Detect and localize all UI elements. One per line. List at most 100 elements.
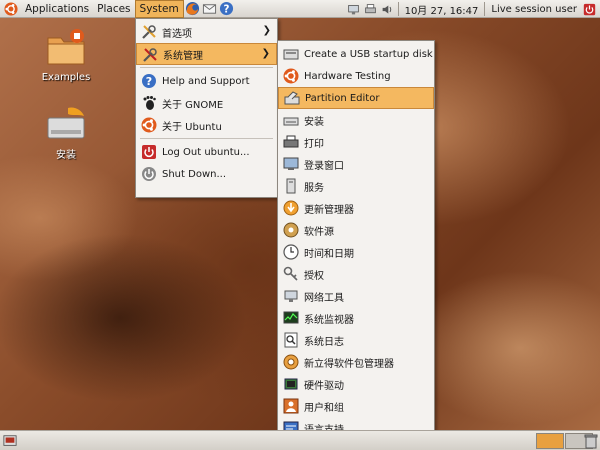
panel-separator xyxy=(397,2,399,16)
menu-item-label: 授权 xyxy=(304,270,324,282)
menu-item-label: 更新管理器 xyxy=(304,204,354,216)
menu-item-users-groups[interactable]: 用户和组 xyxy=(278,395,434,417)
administration-icon xyxy=(143,48,157,62)
hardware-testing-icon xyxy=(283,68,299,84)
printer-icon xyxy=(283,135,299,148)
menu-item-label: 系统监视器 xyxy=(304,314,354,326)
mail-icon[interactable] xyxy=(202,1,217,16)
system-menu-dropdown: 首选项 ❯ 系统管理 ❯ ? Help and Support 关于 GNOME xyxy=(135,18,278,198)
applications-menu[interactable]: Applications xyxy=(21,0,93,18)
menu-item-usb-startup-disk[interactable]: Create a USB startup disk xyxy=(278,43,434,65)
help-icon[interactable]: ? xyxy=(219,1,234,16)
power-icon[interactable] xyxy=(583,3,596,16)
preferences-icon xyxy=(142,25,156,39)
administration-submenu: Create a USB startup disk Hardware Testi… xyxy=(277,40,435,450)
menu-item-services[interactable]: 服务 xyxy=(278,175,434,197)
session-user[interactable]: Live session user xyxy=(487,0,581,18)
desktop-icon-label: Examples xyxy=(41,72,91,83)
folder-icon xyxy=(47,29,85,65)
firefox-icon[interactable] xyxy=(185,1,200,16)
services-icon xyxy=(286,178,296,194)
menu-item-label: 登录窗口 xyxy=(304,160,344,172)
menu-item-administration[interactable]: 系统管理 ❯ xyxy=(136,43,277,65)
menu-item-preferences[interactable]: 首选项 ❯ xyxy=(136,21,277,43)
menu-item-authorization[interactable]: 授权 xyxy=(278,263,434,285)
shutdown-icon xyxy=(142,167,156,181)
menu-item-label: 安装 xyxy=(304,116,324,128)
gnome-foot-icon xyxy=(143,96,156,110)
top-panel: Applications Places System ? 10月 27, 16:… xyxy=(0,0,600,18)
desktop-icon-label: 安装 xyxy=(56,150,76,161)
menu-item-label: 关于 Ubuntu xyxy=(162,121,222,133)
clock-icon xyxy=(283,244,299,260)
menu-item-logout[interactable]: Log Out ubuntu... xyxy=(136,141,277,163)
menu-item-label: 首选项 xyxy=(162,28,192,40)
menu-item-system-monitor[interactable]: 系统监视器 xyxy=(278,307,434,329)
users-groups-icon xyxy=(283,398,299,414)
system-monitor-icon xyxy=(283,311,299,324)
help-icon: ? xyxy=(142,74,156,88)
logout-icon xyxy=(142,145,156,159)
printer-tray-icon[interactable] xyxy=(364,3,377,16)
menu-item-shutdown[interactable]: Shut Down... xyxy=(136,163,277,185)
menu-item-software-sources[interactable]: 软件源 xyxy=(278,219,434,241)
system-menu[interactable]: System xyxy=(134,0,184,18)
software-sources-icon xyxy=(283,222,299,238)
desktop-icon-install[interactable]: 安装 xyxy=(31,104,101,161)
hardware-drivers-icon xyxy=(284,378,298,390)
network-tools-icon xyxy=(284,290,298,302)
menu-item-system-log[interactable]: 系统日志 xyxy=(278,329,434,351)
menu-item-label: Shut Down... xyxy=(162,168,226,180)
svg-text:?: ? xyxy=(146,75,152,88)
menu-item-label: Create a USB startup disk xyxy=(304,48,433,60)
login-window-icon xyxy=(283,157,299,170)
menu-item-hardware-drivers[interactable]: 硬件驱动 xyxy=(278,373,434,395)
menu-item-label: 新立得软件包管理器 xyxy=(304,358,394,370)
ubuntu-logo-icon[interactable] xyxy=(4,1,18,16)
menu-item-install[interactable]: 安装 xyxy=(278,109,434,131)
network-icon[interactable] xyxy=(347,3,360,16)
menu-item-synaptic[interactable]: 新立得软件包管理器 xyxy=(278,351,434,373)
menu-item-update-manager[interactable]: 更新管理器 xyxy=(278,197,434,219)
menu-item-hardware-testing[interactable]: Hardware Testing xyxy=(278,65,434,87)
svg-text:?: ? xyxy=(223,3,229,15)
clock[interactable]: 10月 27, 16:47 xyxy=(405,2,479,17)
workspace-1[interactable] xyxy=(536,433,564,449)
menu-item-printing[interactable]: 打印 xyxy=(278,131,434,153)
menu-item-time-date[interactable]: 时间和日期 xyxy=(278,241,434,263)
menu-item-login-window[interactable]: 登录窗口 xyxy=(278,153,434,175)
menu-item-about-gnome[interactable]: 关于 GNOME xyxy=(136,92,277,114)
keys-icon xyxy=(283,266,298,281)
usb-disk-icon xyxy=(283,49,299,60)
menu-item-network-tools[interactable]: 网络工具 xyxy=(278,285,434,307)
menu-item-label: 软件源 xyxy=(304,226,334,238)
bottom-panel xyxy=(0,430,600,450)
system-log-icon xyxy=(284,332,298,348)
menu-item-about-ubuntu[interactable]: 关于 Ubuntu xyxy=(136,114,277,136)
menu-item-label: 关于 GNOME xyxy=(162,99,224,111)
partition-editor-icon xyxy=(284,91,300,105)
menu-item-help-support[interactable]: ? Help and Support xyxy=(136,70,277,92)
menu-item-label: 网络工具 xyxy=(304,292,344,304)
installer-icon xyxy=(47,107,85,139)
menu-item-label: Log Out ubuntu... xyxy=(162,146,250,158)
panel-separator xyxy=(484,2,486,16)
menu-item-partition-editor[interactable]: Partition Editor xyxy=(278,87,434,109)
desktop-icon-examples[interactable]: Examples xyxy=(31,26,101,83)
ubuntu-icon xyxy=(141,117,157,133)
trash-icon[interactable] xyxy=(584,433,598,449)
volume-icon[interactable] xyxy=(381,3,394,16)
menu-item-label: 系统日志 xyxy=(304,336,344,348)
menu-separator xyxy=(140,67,273,68)
menu-separator xyxy=(140,138,273,139)
places-menu[interactable]: Places xyxy=(93,0,134,18)
synaptic-icon xyxy=(283,354,299,370)
menu-item-label: Partition Editor xyxy=(305,92,380,104)
show-desktop-icon[interactable] xyxy=(3,434,17,448)
menu-item-label: 时间和日期 xyxy=(304,248,354,260)
menu-item-label: 服务 xyxy=(304,182,324,194)
menu-item-label: Hardware Testing xyxy=(304,70,391,82)
menu-item-label: Help and Support xyxy=(162,75,250,87)
submenu-arrow-icon: ❯ xyxy=(262,25,271,36)
update-manager-icon xyxy=(283,200,299,216)
